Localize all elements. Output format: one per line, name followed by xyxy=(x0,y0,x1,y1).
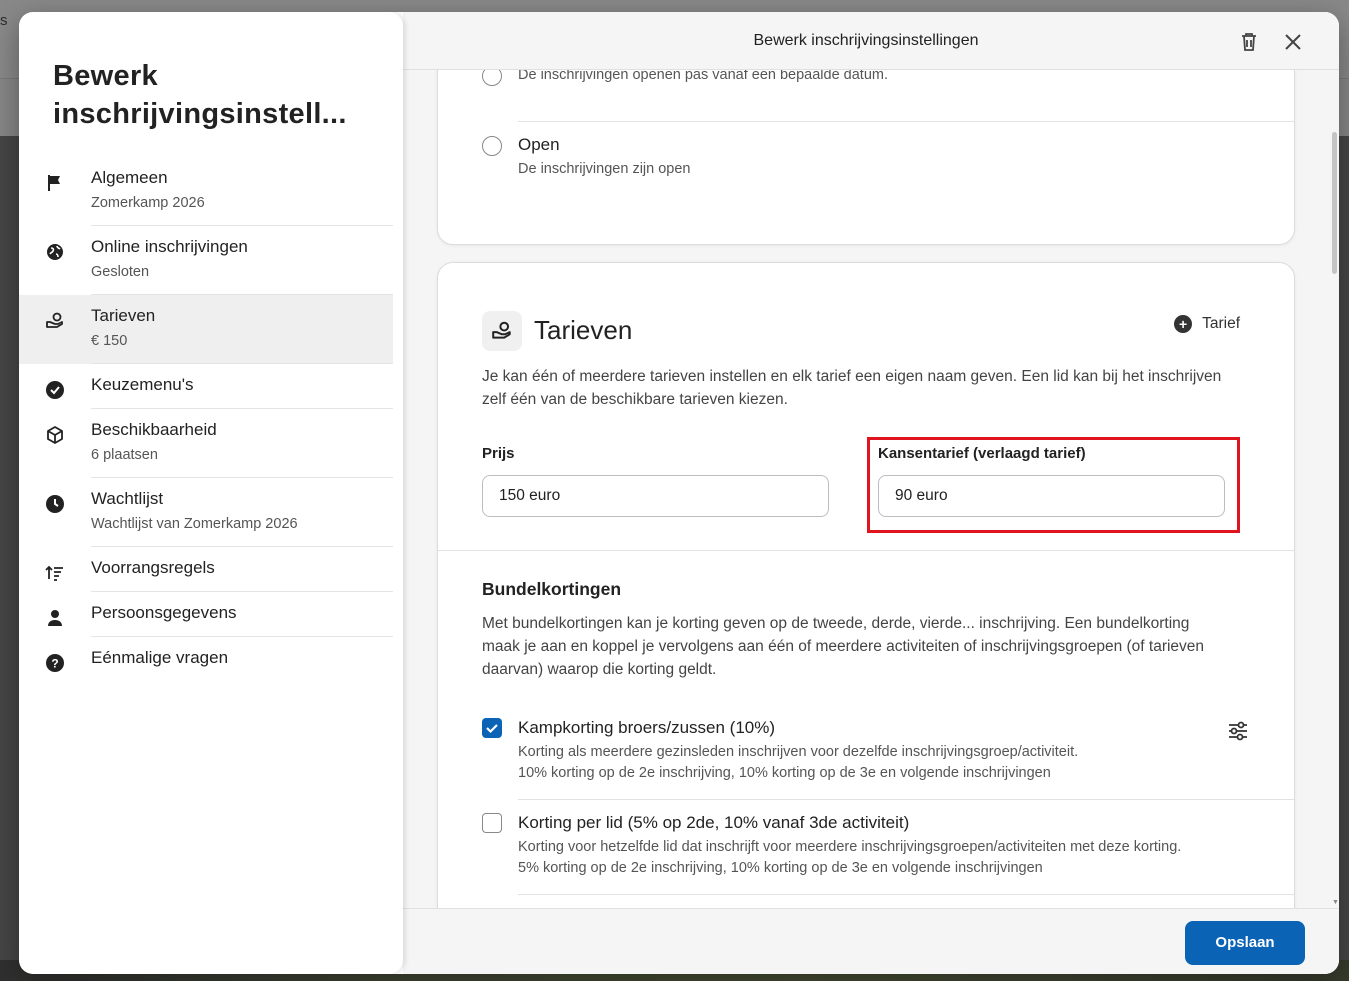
sort-priority-icon xyxy=(19,557,91,583)
add-tarief-label: Tarief xyxy=(1202,315,1240,332)
sidebar-item-beschikbaarheid[interactable]: Beschikbaarheid 6 plaatsen xyxy=(19,409,393,478)
close-icon[interactable] xyxy=(1281,30,1305,54)
bundel-checkbox-korting-per-lid[interactable] xyxy=(482,813,502,833)
hand-coin-icon xyxy=(482,311,522,351)
sidebar-item-label: Keuzemenu's xyxy=(91,375,194,394)
tarieven-card: Tarieven + Tarief Je kan één of meerdere… xyxy=(437,262,1295,908)
modal-title: Bewerk inschrijvingsinstellingen xyxy=(753,32,979,49)
trash-icon[interactable] xyxy=(1237,30,1261,54)
settings-main-panel: Bewerk inschrijvingsinstellingen De insc… xyxy=(403,12,1339,974)
save-button[interactable]: Opslaan xyxy=(1185,921,1305,965)
highlight-box xyxy=(867,437,1240,533)
hand-coin-icon xyxy=(19,305,91,331)
modal-footer: Opslaan xyxy=(403,908,1339,974)
sidebar-item-label: Wachtlijst xyxy=(91,489,164,508)
bundel-option-label: Kampkorting broers/zussen (10%) xyxy=(518,718,776,737)
scroll-down-arrow-icon[interactable]: ▼ xyxy=(1332,899,1339,906)
bundel-option-label: Korting per lid (5% op 2de, 10% vanaf 3d… xyxy=(518,813,910,832)
radio-description: De inschrijvingen zijn open xyxy=(518,161,691,177)
price-input[interactable]: 150 euro xyxy=(482,475,829,517)
sidebar-item-label: Online inschrijvingen xyxy=(91,237,248,256)
settings-nav: Algemeen Zomerkamp 2026 Online inschrijv… xyxy=(19,157,393,681)
sidebar-item-keuzemenus[interactable]: Keuzemenu's xyxy=(19,364,393,409)
add-tarief-button[interactable]: + Tarief xyxy=(1174,315,1240,333)
radio-label: Open xyxy=(518,135,560,154)
section-title: Tarieven xyxy=(534,315,633,345)
bundel-checkbox-kampkorting[interactable] xyxy=(482,718,502,738)
section-description: Je kan één of meerdere tarieven instelle… xyxy=(482,368,1222,408)
checkmark-icon xyxy=(486,724,498,734)
sidebar-item-eenmalige-vragen[interactable]: ? Eénmalige vragen xyxy=(19,637,393,681)
sidebar-item-sub: € 150 xyxy=(91,333,128,349)
sidebar-item-wachtlijst[interactable]: Wachtlijst Wachtlijst van Zomerkamp 2026 xyxy=(19,478,393,547)
settings-sidebar: Bewerk inschrijvingsinstell... Algemeen … xyxy=(19,12,403,974)
bundel-description: Met bundelkortingen kan je korting geven… xyxy=(482,615,1205,678)
sidebar-item-sub: 6 plaatsen xyxy=(91,447,158,463)
radio-description: De inschrijvingen openen pas vanaf een b… xyxy=(518,70,889,83)
sidebar-item-label: Tarieven xyxy=(91,306,156,325)
bundel-title: Bundelkortingen xyxy=(482,579,622,599)
flag-icon xyxy=(19,167,91,193)
globe-icon xyxy=(19,236,91,262)
sidebar-item-label: Algemeen xyxy=(91,168,168,187)
price-label: Prijs xyxy=(482,445,515,462)
divider xyxy=(518,799,1294,800)
radio-button[interactable] xyxy=(482,70,502,86)
sidebar-item-label: Voorrangsregels xyxy=(91,558,215,577)
sidebar-item-label: Eénmalige vragen xyxy=(91,648,229,667)
scrollbar-thumb[interactable] xyxy=(1332,132,1337,274)
svg-text:?: ? xyxy=(51,657,58,671)
sidebar-item-persoonsgegevens[interactable]: Persoonsgegevens xyxy=(19,592,393,637)
sidebar-item-algemeen[interactable]: Algemeen Zomerkamp 2026 xyxy=(19,157,393,226)
radio-button[interactable] xyxy=(482,136,502,156)
divider xyxy=(518,121,1294,122)
divider xyxy=(518,894,1294,895)
sliders-settings-icon[interactable] xyxy=(1226,719,1250,743)
bundel-option-desc: Korting als meerdere gezinsleden inschri… xyxy=(518,744,1079,760)
scrollbar[interactable]: ▼ xyxy=(1331,70,1339,908)
bundel-option-desc: Korting voor hetzelfde lid dat inschrijf… xyxy=(518,839,1182,855)
sidebar-item-online-inschrijvingen[interactable]: Online inschrijvingen Gesloten xyxy=(19,226,393,295)
sidebar-item-label: Persoonsgegevens xyxy=(91,603,237,622)
modal-header: Bewerk inschrijvingsinstellingen xyxy=(403,12,1339,70)
radio-option-scheduled[interactable]: De inschrijvingen openen pas vanaf een b… xyxy=(482,70,888,86)
sidebar-item-sub: Zomerkamp 2026 xyxy=(91,195,205,211)
box-icon xyxy=(19,419,91,445)
sidebar-item-label: Beschikbaarheid xyxy=(91,420,217,439)
clock-icon xyxy=(19,488,91,514)
sidebar-item-sub: Gesloten xyxy=(91,264,150,280)
status-card: De inschrijvingen openen pas vanaf een b… xyxy=(437,70,1295,245)
edit-registration-settings-modal: Bewerk inschrijvingsinstell... Algemeen … xyxy=(19,12,1339,974)
check-circle-icon xyxy=(19,374,91,400)
help-circle-icon: ? xyxy=(19,647,91,673)
sidebar-item-sub: Wachtlijst van Zomerkamp 2026 xyxy=(91,516,298,532)
sidebar-item-tarieven[interactable]: Tarieven € 150 xyxy=(19,295,393,364)
bundel-option-detail: 5% korting op de 2e inschrijving, 10% ko… xyxy=(518,860,1043,876)
settings-scroll-area[interactable]: De inschrijvingen openen pas vanaf een b… xyxy=(403,70,1339,908)
sidebar-title: Bewerk inschrijvingsinstell... xyxy=(53,60,347,130)
radio-option-open[interactable]: Open De inschrijvingen zijn open xyxy=(482,133,691,179)
plus-circle-icon: + xyxy=(1174,315,1193,333)
person-icon xyxy=(19,602,91,628)
divider xyxy=(438,550,1294,551)
bundel-option-detail: 10% korting op de 2e inschrijving, 10% k… xyxy=(518,765,1051,781)
sidebar-item-voorrangsregels[interactable]: Voorrangsregels xyxy=(19,547,393,592)
